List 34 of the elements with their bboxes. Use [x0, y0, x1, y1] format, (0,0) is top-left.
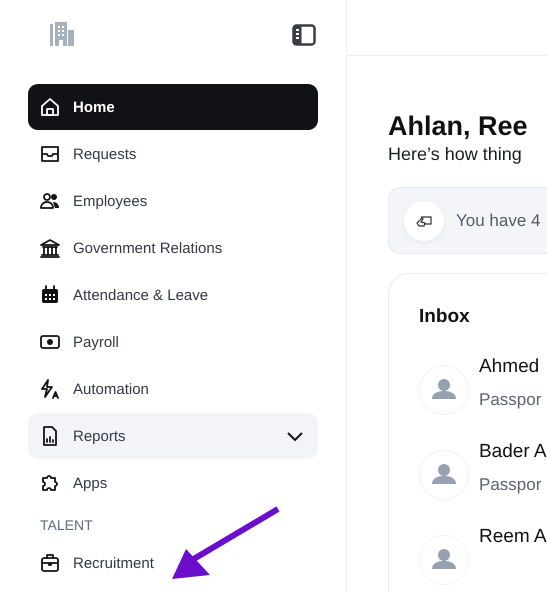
- avatar-icon: [419, 365, 469, 415]
- inbox-title: Inbox: [419, 306, 471, 328]
- message-preview: Passpor: [479, 475, 542, 495]
- bolt-icon: [39, 378, 61, 400]
- message-preview: Passpor: [479, 390, 542, 410]
- hand-pointer-icon: [404, 200, 444, 240]
- nav-item[interactable]: Government Relations: [28, 225, 318, 271]
- inbox-tray-icon: [39, 143, 61, 165]
- greeting-heading: Ahlan, Ree: [388, 110, 529, 142]
- nav-item[interactable]: Attendance & Leave: [28, 272, 318, 318]
- people-icon: [39, 190, 61, 212]
- briefcase-icon: [39, 552, 61, 574]
- building-icon: [49, 22, 75, 48]
- house-icon: [39, 96, 61, 118]
- nav-item[interactable]: Reports: [28, 413, 318, 459]
- sidebar-toggle-icon[interactable]: [292, 24, 316, 46]
- calendar-icon: [39, 284, 61, 306]
- notice-text: You have 4: [456, 210, 540, 230]
- bank-building-icon: [39, 237, 61, 259]
- greeting-subtitle: Here’s how thing: [388, 144, 523, 165]
- nav-item[interactable]: Apps: [28, 460, 318, 506]
- nav-item[interactable]: Automation: [28, 366, 318, 412]
- sender-name: Ahmed: [479, 356, 540, 378]
- section-heading: TALENT: [39, 516, 94, 535]
- sender-name: Bader A: [479, 441, 547, 463]
- puzzle-icon: [39, 472, 61, 494]
- avatar-icon: [419, 450, 469, 500]
- avatar-icon: [419, 535, 469, 585]
- sender-name: Reem A: [479, 526, 547, 548]
- nav-item[interactable]: Requests: [28, 131, 318, 177]
- nav-item[interactable]: Home: [28, 84, 318, 130]
- nav-item[interactable]: Payroll: [28, 319, 318, 365]
- nav-item[interactable]: Recruitment: [28, 540, 318, 586]
- nav-item[interactable]: Employees: [28, 178, 318, 224]
